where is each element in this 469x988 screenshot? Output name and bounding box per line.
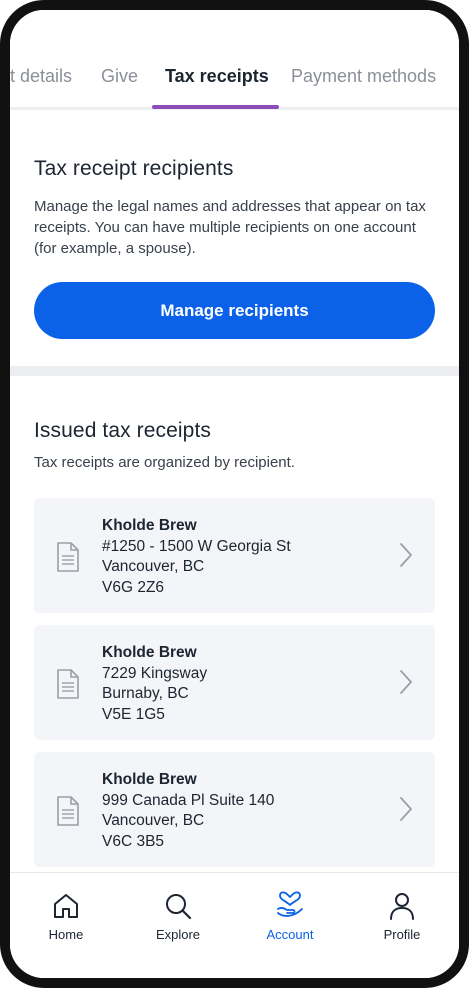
nav-home-label: Home bbox=[48, 927, 84, 942]
nav-explore-label: Explore bbox=[155, 927, 201, 942]
person-icon bbox=[390, 893, 414, 920]
receipt-postal: V5E 1G5 bbox=[102, 705, 165, 723]
nav-account-label: Account bbox=[266, 927, 314, 942]
bottom-navigation: Home Explore Account Profile bbox=[10, 872, 459, 978]
receipt-address: 999 Canada Pl Suite 140 bbox=[102, 791, 275, 809]
receipt-city: Vancouver, BC bbox=[102, 558, 205, 575]
recipients-title: Tax receipt recipients bbox=[34, 157, 234, 180]
receipt-postal: V6C 3B5 bbox=[102, 832, 165, 850]
document-icon bbox=[57, 542, 79, 572]
home-icon bbox=[54, 894, 78, 918]
screen: t details Give Tax receipts Payment meth… bbox=[10, 10, 459, 978]
receipt-name: Kholde Brew bbox=[102, 644, 197, 661]
tab-tax-receipts[interactable]: Tax receipts bbox=[165, 66, 269, 87]
receipt-name: Kholde Brew bbox=[102, 771, 197, 788]
section-divider bbox=[10, 366, 459, 376]
issued-receipts-section: Issued tax receipts Tax receipts are org… bbox=[10, 376, 459, 936]
chevron-right-icon bbox=[400, 670, 412, 694]
nav-profile[interactable]: Profile bbox=[357, 891, 447, 942]
chevron-right-icon bbox=[400, 797, 412, 821]
account-tabs: t details Give Tax receipts Payment meth… bbox=[10, 10, 459, 110]
receipt-card[interactable]: Kholde Brew 999 Canada Pl Suite 140 Vanc… bbox=[34, 752, 435, 867]
tab-account-details[interactable]: t details bbox=[10, 66, 72, 87]
receipt-postal: V6G 2Z6 bbox=[102, 578, 165, 596]
receipt-details: Kholde Brew 7229 Kingsway Burnaby, BC V5… bbox=[102, 643, 207, 725]
document-icon bbox=[57, 796, 79, 826]
document-icon bbox=[57, 669, 79, 699]
heart-hand-icon bbox=[277, 891, 303, 917]
nav-account[interactable]: Account bbox=[245, 891, 335, 942]
receipt-card[interactable]: Kholde Brew 7229 Kingsway Burnaby, BC V5… bbox=[34, 625, 435, 740]
issued-title: Issued tax receipts bbox=[34, 419, 211, 442]
receipt-card[interactable]: Kholde Brew #1250 - 1500 W Georgia St Va… bbox=[34, 498, 435, 613]
receipt-details: Kholde Brew 999 Canada Pl Suite 140 Vanc… bbox=[102, 770, 274, 852]
receipt-city: Burnaby, BC bbox=[102, 685, 189, 702]
tab-give[interactable]: Give bbox=[101, 66, 138, 87]
receipt-details: Kholde Brew #1250 - 1500 W Georgia St Va… bbox=[102, 516, 291, 598]
receipt-city: Vancouver, BC bbox=[102, 812, 205, 829]
search-icon bbox=[166, 894, 192, 920]
recipients-section: Tax receipt recipients Manage the legal … bbox=[10, 110, 459, 366]
nav-profile-label: Profile bbox=[383, 927, 421, 942]
receipt-address: 7229 Kingsway bbox=[102, 664, 208, 682]
receipt-address: #1250 - 1500 W Georgia St bbox=[102, 537, 291, 555]
manage-recipients-button[interactable]: Manage recipients bbox=[34, 282, 435, 339]
active-tab-indicator bbox=[152, 105, 279, 109]
receipt-name: Kholde Brew bbox=[102, 517, 197, 534]
chevron-right-icon bbox=[400, 543, 412, 567]
phone-frame: t details Give Tax receipts Payment meth… bbox=[0, 0, 469, 988]
nav-explore[interactable]: Explore bbox=[133, 891, 223, 942]
nav-home[interactable]: Home bbox=[21, 891, 111, 942]
issued-subtitle: Tax receipts are organized by recipient. bbox=[34, 454, 295, 471]
recipients-description: Manage the legal names and addresses tha… bbox=[34, 198, 426, 257]
tab-payment-methods[interactable]: Payment methods bbox=[291, 66, 436, 87]
